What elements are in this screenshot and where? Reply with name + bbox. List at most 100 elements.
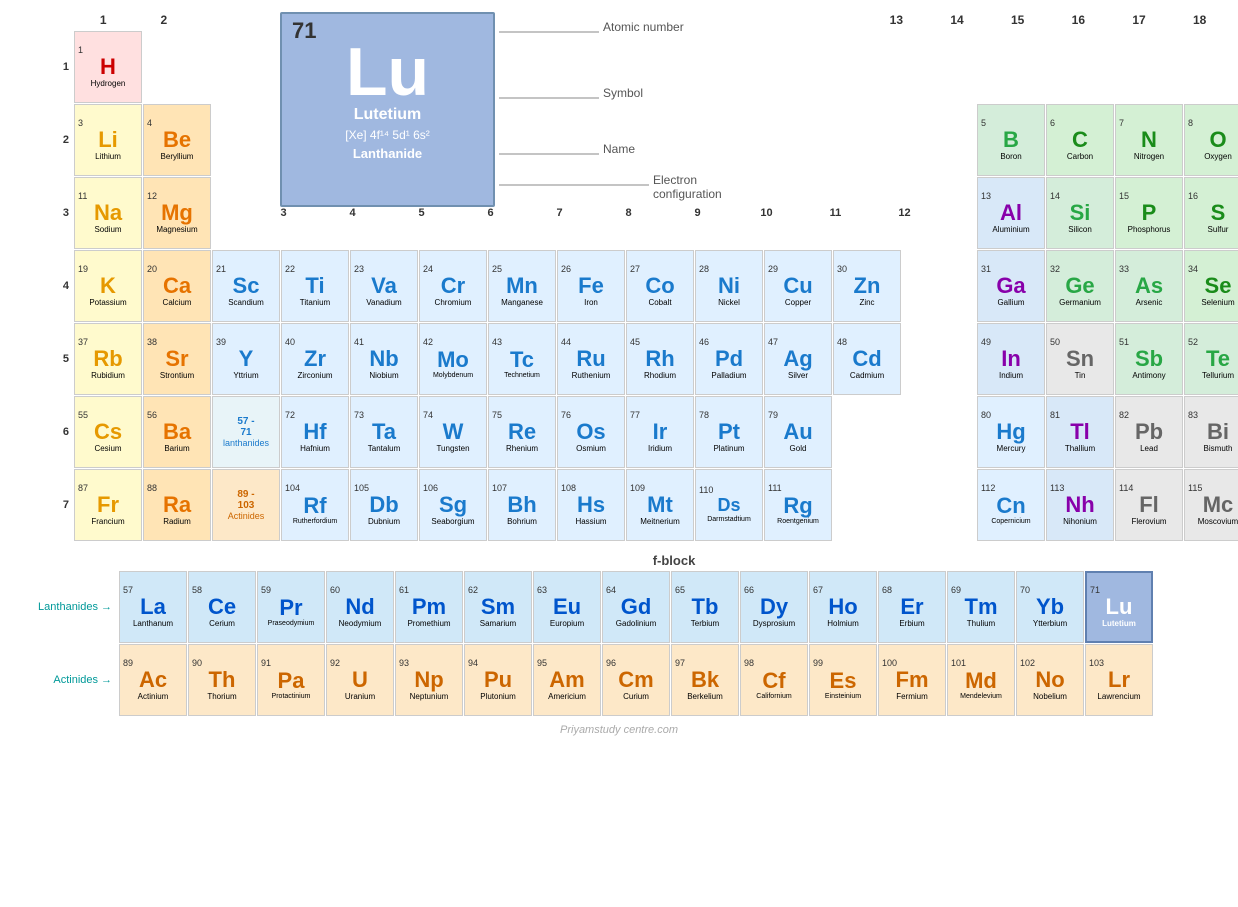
element-Zn[interactable]: 30 Zn Zinc (833, 250, 901, 322)
element-Ni[interactable]: 28 Ni Nickel (695, 250, 763, 322)
element-Zr[interactable]: 40 Zr Zirconium (281, 323, 349, 395)
element-Mn[interactable]: 25 Mn Manganese (488, 250, 556, 322)
element-Dy[interactable]: 66 Dy Dysprosium (740, 571, 808, 643)
element-Md[interactable]: 101 Md Mendelevium (947, 644, 1015, 716)
element-Y[interactable]: 39 Y Yttrium (212, 323, 280, 395)
element-Mc[interactable]: 115 Mc Moscovium (1184, 469, 1238, 541)
element-Pb[interactable]: 82 Pb Lead (1115, 396, 1183, 468)
element-Na[interactable]: 11 Na Sodium (74, 177, 142, 249)
element-Fl[interactable]: 114 Fl Flerovium (1115, 469, 1183, 541)
element-W[interactable]: 74 W Tungsten (419, 396, 487, 468)
element-Nh[interactable]: 113 Nh Nihonium (1046, 469, 1114, 541)
element-Ds[interactable]: 110 Ds Darmstadtium (695, 469, 763, 541)
element-Tm[interactable]: 69 Tm Thulium (947, 571, 1015, 643)
element-B[interactable]: 5 B Boron (977, 104, 1045, 176)
element-Pd[interactable]: 46 Pd Palladium (695, 323, 763, 395)
element-Sn[interactable]: 50 Sn Tin (1046, 323, 1114, 395)
element-Fm[interactable]: 100 Fm Fermium (878, 644, 946, 716)
element-Ag[interactable]: 47 Ag Silver (764, 323, 832, 395)
element-Gd[interactable]: 64 Gd Gadolinium (602, 571, 670, 643)
element-Rf[interactable]: 104 Rf Rutherfordium (281, 469, 349, 541)
element-Se[interactable]: 34 Se Selenium (1184, 250, 1238, 322)
element-Cf[interactable]: 98 Cf Californium (740, 644, 808, 716)
element-Ir[interactable]: 77 Ir Iridium (626, 396, 694, 468)
element-Pu[interactable]: 94 Pu Plutonium (464, 644, 532, 716)
element-Fr[interactable]: 87 Fr Francium (74, 469, 142, 541)
element-Lu-fblock[interactable]: 71 Lu Lutetium (1085, 571, 1153, 643)
element-S[interactable]: 16 S Sulfur (1184, 177, 1238, 249)
element-Sr[interactable]: 38 Sr Strontium (143, 323, 211, 395)
element-Co[interactable]: 27 Co Cobalt (626, 250, 694, 322)
element-Eu[interactable]: 63 Eu Europium (533, 571, 601, 643)
element-As[interactable]: 33 As Arsenic (1115, 250, 1183, 322)
element-Ba[interactable]: 56 Ba Barium (143, 396, 211, 468)
element-Ho[interactable]: 67 Ho Holmium (809, 571, 877, 643)
element-Si[interactable]: 14 Si Silicon (1046, 177, 1114, 249)
element-Au[interactable]: 79 Au Gold (764, 396, 832, 468)
element-N[interactable]: 7 N Nitrogen (1115, 104, 1183, 176)
element-Cu[interactable]: 29 Cu Copper (764, 250, 832, 322)
element-Mg[interactable]: 12 Mg Magnesium (143, 177, 211, 249)
element-Mo[interactable]: 42 Mo Molybdenum (419, 323, 487, 395)
element-Pa[interactable]: 91 Pa Protactinium (257, 644, 325, 716)
element-In[interactable]: 49 In Indium (977, 323, 1045, 395)
element-Os[interactable]: 76 Os Osmium (557, 396, 625, 468)
element-Hs[interactable]: 108 Hs Hassium (557, 469, 625, 541)
element-Fe[interactable]: 26 Fe Iron (557, 250, 625, 322)
element-Hg[interactable]: 80 Hg Mercury (977, 396, 1045, 468)
element-P[interactable]: 15 P Phosphorus (1115, 177, 1183, 249)
element-Bh[interactable]: 107 Bh Bohrium (488, 469, 556, 541)
element-K[interactable]: 19 K Potassium (74, 250, 142, 322)
element-Be[interactable]: 4 Be Beryllium (143, 104, 211, 176)
element-Re[interactable]: 75 Re Rhenium (488, 396, 556, 468)
element-Ti[interactable]: 22 Ti Titanium (281, 250, 349, 322)
element-Rb[interactable]: 37 Rb Rubidium (74, 323, 142, 395)
element-Ca[interactable]: 20 Ca Calcium (143, 250, 211, 322)
element-No[interactable]: 102 No Nobelium (1016, 644, 1084, 716)
element-Cr[interactable]: 24 Cr Chromium (419, 250, 487, 322)
element-Es[interactable]: 99 Es Einsteinium (809, 644, 877, 716)
element-O[interactable]: 8 O Oxygen (1184, 104, 1238, 176)
element-Pt[interactable]: 78 Pt Platinum (695, 396, 763, 468)
element-Cm[interactable]: 96 Cm Curium (602, 644, 670, 716)
element-V[interactable]: 23 Va Vanadium (350, 250, 418, 322)
element-Ru[interactable]: 44 Ru Ruthenium (557, 323, 625, 395)
element-Th[interactable]: 90 Th Thorium (188, 644, 256, 716)
element-Tc[interactable]: 43 Tc Technetium (488, 323, 556, 395)
element-Sc[interactable]: 21 Sc Scandium (212, 250, 280, 322)
element-Hf[interactable]: 72 Hf Hafnium (281, 396, 349, 468)
element-Al[interactable]: 13 Al Aluminium (977, 177, 1045, 249)
element-Ac[interactable]: 89 Ac Actinium (119, 644, 187, 716)
element-Sg[interactable]: 106 Sg Seaborgium (419, 469, 487, 541)
element-Pm[interactable]: 61 Pm Promethium (395, 571, 463, 643)
element-Sm[interactable]: 62 Sm Samarium (464, 571, 532, 643)
element-Db[interactable]: 105 Db Dubnium (350, 469, 418, 541)
element-Am[interactable]: 95 Am Americium (533, 644, 601, 716)
element-Nb[interactable]: 41 Nb Niobium (350, 323, 418, 395)
element-C[interactable]: 6 C Carbon (1046, 104, 1114, 176)
element-Yb[interactable]: 70 Yb Ytterbium (1016, 571, 1084, 643)
element-Rh[interactable]: 45 Rh Rhodium (626, 323, 694, 395)
element-Ga[interactable]: 31 Ga Gallium (977, 250, 1045, 322)
element-Cd[interactable]: 48 Cd Cadmium (833, 323, 901, 395)
element-Ra[interactable]: 88 Ra Radium (143, 469, 211, 541)
element-H[interactable]: 1 H Hydrogen (74, 31, 142, 103)
element-Rg[interactable]: 111 Rg Roentgenium (764, 469, 832, 541)
element-Pr[interactable]: 59 Pr Praseodymium (257, 571, 325, 643)
element-Er[interactable]: 68 Er Erbium (878, 571, 946, 643)
element-Nd[interactable]: 60 Nd Neodymium (326, 571, 394, 643)
element-Cn[interactable]: 112 Cn Copernicium (977, 469, 1045, 541)
element-Ge[interactable]: 32 Ge Germanium (1046, 250, 1114, 322)
element-Mt[interactable]: 109 Mt Meitnerium (626, 469, 694, 541)
element-Tb[interactable]: 65 Tb Terbium (671, 571, 739, 643)
element-Bi[interactable]: 83 Bi Bismuth (1184, 396, 1238, 468)
element-Ce[interactable]: 58 Ce Cerium (188, 571, 256, 643)
element-Li[interactable]: 3 Li Lithium (74, 104, 142, 176)
element-Bk[interactable]: 97 Bk Berkelium (671, 644, 739, 716)
element-Cs[interactable]: 55 Cs Cesium (74, 396, 142, 468)
element-La[interactable]: 57 La Lanthanum (119, 571, 187, 643)
element-Np[interactable]: 93 Np Neptunium (395, 644, 463, 716)
element-Sb[interactable]: 51 Sb Antimony (1115, 323, 1183, 395)
element-Lr[interactable]: 103 Lr Lawrencium (1085, 644, 1153, 716)
element-U[interactable]: 92 U Uranium (326, 644, 394, 716)
